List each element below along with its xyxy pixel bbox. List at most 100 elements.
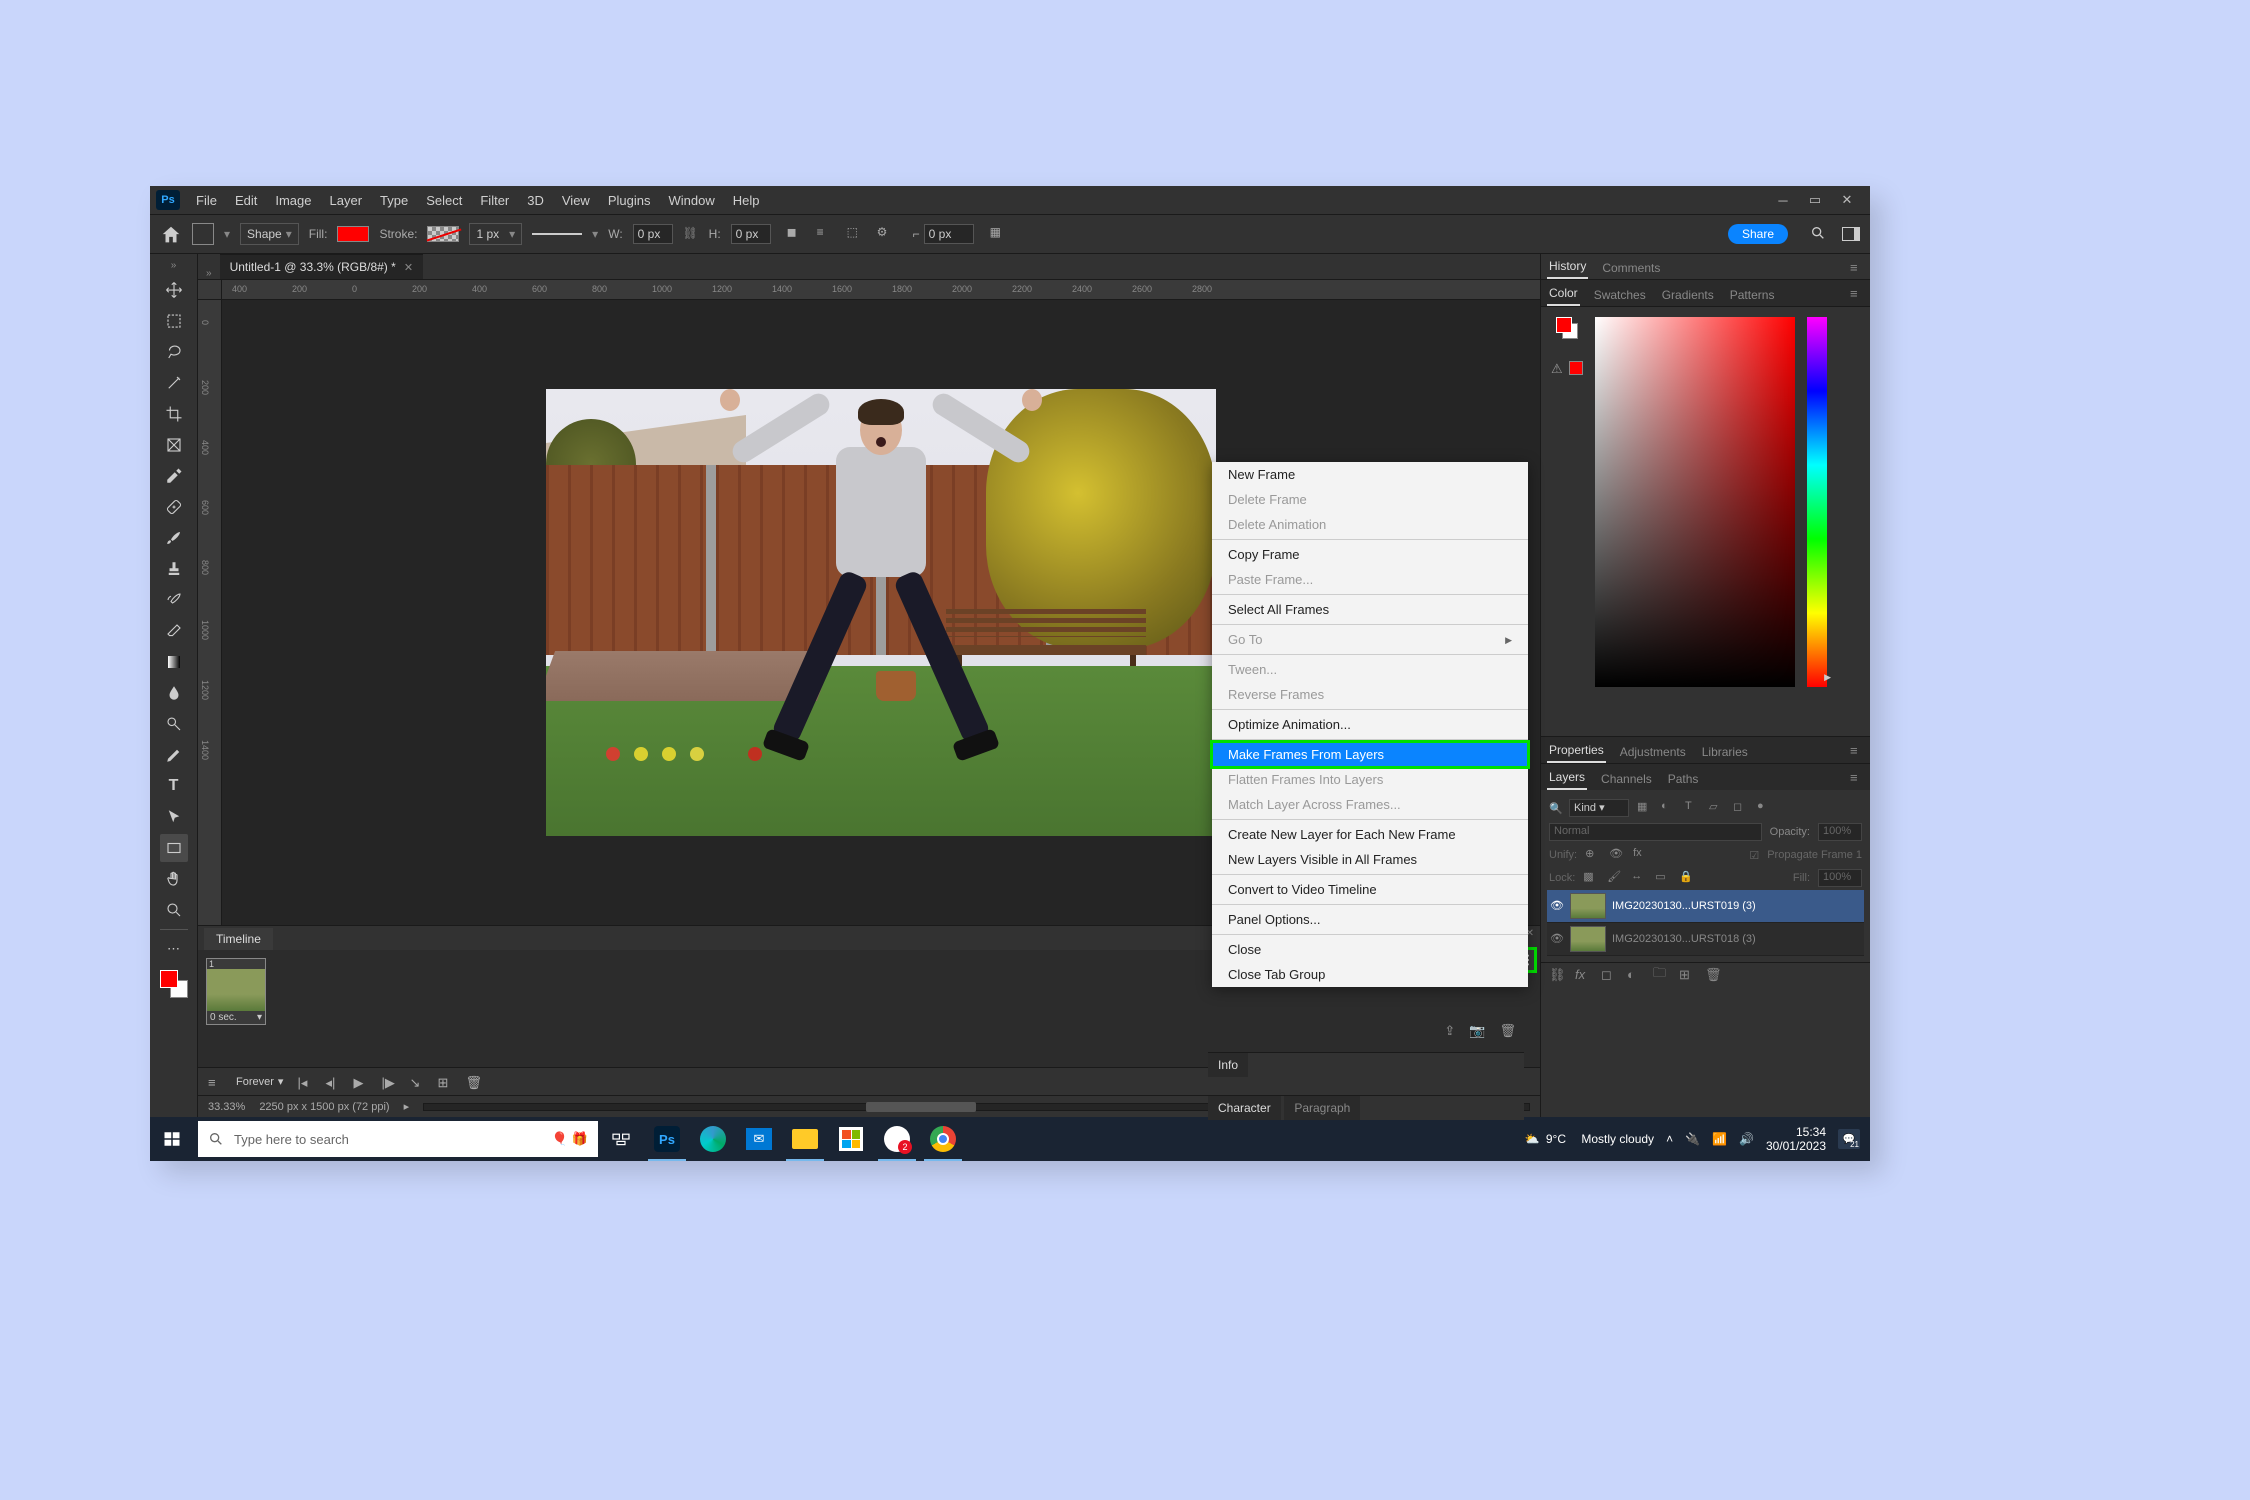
- menu-3d[interactable]: 3D: [519, 189, 552, 212]
- close-tab-icon[interactable]: ✕: [404, 261, 413, 274]
- layer-mask-icon[interactable]: ◻: [1601, 967, 1615, 983]
- layer-item[interactable]: 👁 IMG20230130...URST019 (3): [1547, 890, 1864, 923]
- new-frame-icon[interactable]: ⊞: [437, 1075, 451, 1089]
- brush-tool-icon[interactable]: [160, 524, 188, 552]
- filter-smart-icon[interactable]: ◻: [1733, 800, 1749, 816]
- menu-select[interactable]: Select: [418, 189, 470, 212]
- menu-item-select-all-frames[interactable]: Select All Frames: [1212, 597, 1528, 622]
- marquee-tool-icon[interactable]: [160, 307, 188, 335]
- rectangle-tool-icon[interactable]: [160, 834, 188, 862]
- color-menu-icon[interactable]: ≡: [1850, 286, 1864, 301]
- menu-item-new-layers-visible-in-all-frames[interactable]: New Layers Visible in All Frames: [1212, 847, 1528, 872]
- trash-icon[interactable]: 🗑: [1499, 1023, 1516, 1039]
- filter-toggle-icon[interactable]: ●: [1757, 800, 1773, 816]
- type-tool-icon[interactable]: T: [160, 772, 188, 800]
- menu-image[interactable]: Image: [267, 189, 319, 212]
- align-edges-icon[interactable]: ▦: [990, 225, 1008, 243]
- hand-tool-icon[interactable]: [160, 865, 188, 893]
- close-icon[interactable]: ✕: [1840, 193, 1854, 207]
- visibility-icon[interactable]: 👁: [1550, 932, 1564, 946]
- edit-toolbar-icon[interactable]: ⋯: [160, 935, 188, 963]
- radius-input[interactable]: 0 px: [924, 224, 974, 244]
- closest-color-swatch[interactable]: [1569, 361, 1583, 375]
- maximize-icon[interactable]: ▭: [1808, 193, 1822, 207]
- tab-gradients[interactable]: Gradients: [1660, 284, 1716, 306]
- pen-tool-icon[interactable]: [160, 741, 188, 769]
- first-frame-icon[interactable]: |◂: [297, 1075, 311, 1089]
- tray-overflow-icon[interactable]: ˄: [1666, 1132, 1673, 1146]
- minimize-icon[interactable]: ─: [1776, 193, 1790, 207]
- unify-visibility-icon[interactable]: 👁: [1609, 847, 1625, 863]
- taskbar-store-icon[interactable]: [828, 1117, 874, 1161]
- layer-name[interactable]: IMG20230130...URST019 (3): [1612, 900, 1756, 912]
- propagate-checkbox[interactable]: Propagate Frame 1: [1767, 849, 1862, 861]
- loop-select[interactable]: Forever▾: [236, 1075, 283, 1088]
- status-menu-icon[interactable]: ▸: [404, 1100, 410, 1113]
- path-alignment-icon[interactable]: ≡: [817, 225, 835, 243]
- tab-properties[interactable]: Properties: [1547, 739, 1606, 763]
- unify-style-icon[interactable]: fx: [1633, 847, 1649, 863]
- path-arrangement-icon[interactable]: ⬚: [847, 225, 865, 243]
- layer-filter-select[interactable]: Kind ▾: [1569, 799, 1629, 817]
- lock-position-icon[interactable]: ↔: [1631, 870, 1647, 886]
- healing-tool-icon[interactable]: [160, 493, 188, 521]
- tab-swatches[interactable]: Swatches: [1592, 284, 1648, 306]
- opacity-input[interactable]: 100%: [1818, 823, 1862, 841]
- lock-transparency-icon[interactable]: ▩: [1583, 870, 1599, 886]
- menu-filter[interactable]: Filter: [472, 189, 517, 212]
- eyedropper-tool-icon[interactable]: [160, 462, 188, 490]
- new-layer-icon[interactable]: ⊞: [1679, 967, 1693, 983]
- tray-volume-icon[interactable]: 🔊: [1739, 1132, 1754, 1146]
- color-fg-bg-swatch[interactable]: [1556, 317, 1578, 339]
- fill-input[interactable]: 100%: [1818, 869, 1862, 887]
- share-button[interactable]: Share: [1728, 224, 1788, 244]
- play-icon[interactable]: ▶: [353, 1075, 367, 1089]
- export-icon[interactable]: ⇪: [1444, 1023, 1455, 1039]
- camera-icon[interactable]: 📷: [1469, 1023, 1485, 1039]
- lock-image-icon[interactable]: 🖌: [1607, 870, 1623, 886]
- group-icon[interactable]: 🗀: [1653, 964, 1667, 986]
- tab-paragraph[interactable]: Paragraph: [1284, 1096, 1360, 1120]
- color-field[interactable]: [1595, 317, 1795, 687]
- home-icon[interactable]: [160, 224, 182, 244]
- taskbar-explorer-icon[interactable]: [782, 1117, 828, 1161]
- menu-file[interactable]: File: [188, 189, 225, 212]
- layers-menu-icon[interactable]: ≡: [1850, 770, 1864, 785]
- menu-plugins[interactable]: Plugins: [600, 189, 659, 212]
- layer-name[interactable]: IMG20230130...URST018 (3): [1612, 933, 1756, 945]
- menu-view[interactable]: View: [554, 189, 598, 212]
- timeline-tab[interactable]: Timeline: [204, 928, 273, 950]
- zoom-tool-icon[interactable]: [160, 896, 188, 924]
- menu-window[interactable]: Window: [660, 189, 722, 212]
- stamp-tool-icon[interactable]: [160, 555, 188, 583]
- toolbar-collapse-icon[interactable]: »: [171, 260, 177, 271]
- menu-type[interactable]: Type: [372, 189, 416, 212]
- next-frame-icon[interactable]: |▶: [381, 1075, 395, 1089]
- path-select-tool-icon[interactable]: [160, 803, 188, 831]
- taskbar-mail-icon[interactable]: ✉: [736, 1117, 782, 1161]
- gear-icon[interactable]: ⚙: [877, 225, 895, 243]
- stroke-width-input[interactable]: 1 px▾: [469, 223, 522, 245]
- tab-info[interactable]: Info: [1208, 1053, 1248, 1077]
- lock-artboard-icon[interactable]: ▭: [1655, 870, 1671, 886]
- tab-layers[interactable]: Layers: [1547, 766, 1587, 790]
- unify-position-icon[interactable]: ⊕: [1585, 847, 1601, 863]
- width-input[interactable]: 0 px: [633, 224, 673, 244]
- timeline-options-icon[interactable]: ≡: [208, 1075, 222, 1089]
- workspace-icon[interactable]: [1842, 227, 1860, 241]
- menu-item-new-frame[interactable]: New Frame: [1212, 462, 1528, 487]
- move-tool-icon[interactable]: [160, 276, 188, 304]
- zoom-level[interactable]: 33.33%: [208, 1101, 245, 1113]
- tray-charging-icon[interactable]: 🔌: [1685, 1132, 1700, 1146]
- filter-type-icon[interactable]: T: [1685, 800, 1701, 816]
- wand-tool-icon[interactable]: [160, 369, 188, 397]
- prev-frame-icon[interactable]: ◂|: [325, 1075, 339, 1089]
- document-tab[interactable]: Untitled-1 @ 33.3% (RGB/8#) *✕: [220, 254, 423, 279]
- menu-item-make-frames-from-layers[interactable]: Make Frames From Layers: [1212, 742, 1528, 767]
- stroke-style-select[interactable]: [532, 226, 582, 242]
- fill-color-swatch[interactable]: [337, 226, 369, 242]
- height-input[interactable]: 0 px: [731, 224, 771, 244]
- history-brush-tool-icon[interactable]: [160, 586, 188, 614]
- eraser-tool-icon[interactable]: [160, 617, 188, 645]
- menu-help[interactable]: Help: [725, 189, 768, 212]
